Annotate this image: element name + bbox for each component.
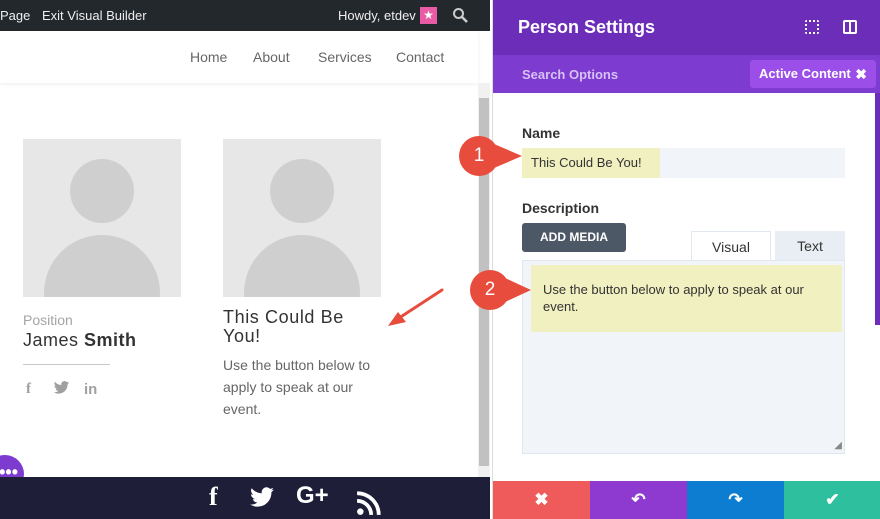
user-avatar-icon[interactable]: ★ xyxy=(420,7,437,24)
cancel-button[interactable]: ✖ xyxy=(493,481,590,519)
footer-rss-icon[interactable] xyxy=(356,490,382,519)
panel-scrollbar[interactable] xyxy=(875,93,880,325)
nav-contact-link[interactable]: Contact xyxy=(396,49,444,65)
tab-text[interactable]: Text xyxy=(775,231,845,261)
panel-header: Person Settings xyxy=(493,0,880,55)
annotation-marker-2: 2 xyxy=(469,269,531,311)
name-input-value[interactable]: This Could Be You! xyxy=(522,148,660,178)
marker-1-number: 1 xyxy=(473,145,485,166)
person2-avatar xyxy=(223,139,381,297)
redo-button[interactable]: ↷ xyxy=(687,481,784,519)
person1-divider xyxy=(23,364,110,365)
person1-position: Position xyxy=(23,312,73,328)
facebook-icon[interactable]: f xyxy=(26,381,31,398)
avatar-head-shape xyxy=(270,159,334,223)
add-media-button[interactable]: ADD MEDIA xyxy=(522,223,626,252)
twitter-icon[interactable] xyxy=(53,381,70,399)
exit-visual-builder-link[interactable]: Exit Visual Builder xyxy=(42,8,147,23)
admin-bar: Page Exit Visual Builder Howdy, etdev ★ xyxy=(0,0,490,31)
name-input[interactable]: This Could Be You! xyxy=(522,148,845,178)
undo-button[interactable]: ↶ xyxy=(590,481,687,519)
marker-2-number: 2 xyxy=(484,279,496,300)
panel-subheader: Search Options Active Content ✖ xyxy=(493,55,880,93)
page-footer: f G+ xyxy=(0,477,490,519)
panel-title: Person Settings xyxy=(518,17,656,37)
save-button[interactable]: ✔ xyxy=(784,481,880,519)
avatar-body-shape xyxy=(44,235,160,297)
footer-twitter-icon[interactable] xyxy=(249,487,275,514)
resize-handle-icon[interactable]: ◢ xyxy=(834,440,842,451)
page-link[interactable]: Page xyxy=(0,8,30,23)
person1-name: James Smith xyxy=(23,330,137,351)
person2-name: This Could Be You! xyxy=(223,307,344,346)
active-content-filter[interactable]: Active Content ✖ xyxy=(750,60,876,88)
footer-google-plus-icon[interactable]: G+ xyxy=(296,482,329,510)
avatar-head-shape xyxy=(70,159,134,223)
person2-description: Use the button below to apply to speak a… xyxy=(223,357,371,417)
nav-home-link[interactable]: Home xyxy=(190,49,227,65)
sidebar-toggle-icon[interactable] xyxy=(843,20,857,34)
person1-last-name: Smith xyxy=(84,330,137,350)
footer-facebook-icon[interactable]: f xyxy=(209,482,218,512)
nav-about-link[interactable]: About xyxy=(253,49,290,65)
person1-avatar xyxy=(23,139,181,297)
howdy-user-link[interactable]: Howdy, etdev xyxy=(338,8,416,23)
person1-first-name: James xyxy=(23,330,85,350)
site-navigation: Home About Services Contact xyxy=(0,31,478,83)
search-options-button[interactable]: Search Options xyxy=(522,67,618,82)
panel-action-bar: ✖ ↶ ↷ ✔ xyxy=(493,481,880,519)
active-content-label: Active Content xyxy=(759,66,851,81)
linkedin-icon[interactable]: in xyxy=(84,381,97,398)
nav-services-link[interactable]: Services xyxy=(318,49,372,65)
close-icon[interactable]: ✖ xyxy=(855,60,867,88)
expand-icon[interactable] xyxy=(805,20,819,34)
tab-visual[interactable]: Visual xyxy=(691,231,771,261)
avatar-body-shape xyxy=(244,235,360,297)
annotation-arrow-icon xyxy=(388,288,444,326)
annotation-marker-1: 1 xyxy=(458,135,522,177)
settings-panel: Person Settings Search Options Active Co… xyxy=(492,0,880,519)
description-field-label: Description xyxy=(522,200,600,216)
search-icon[interactable] xyxy=(452,7,468,26)
description-textarea[interactable]: Use the button below to apply to speak a… xyxy=(522,260,845,454)
description-text-value[interactable]: Use the button below to apply to speak a… xyxy=(531,265,842,332)
